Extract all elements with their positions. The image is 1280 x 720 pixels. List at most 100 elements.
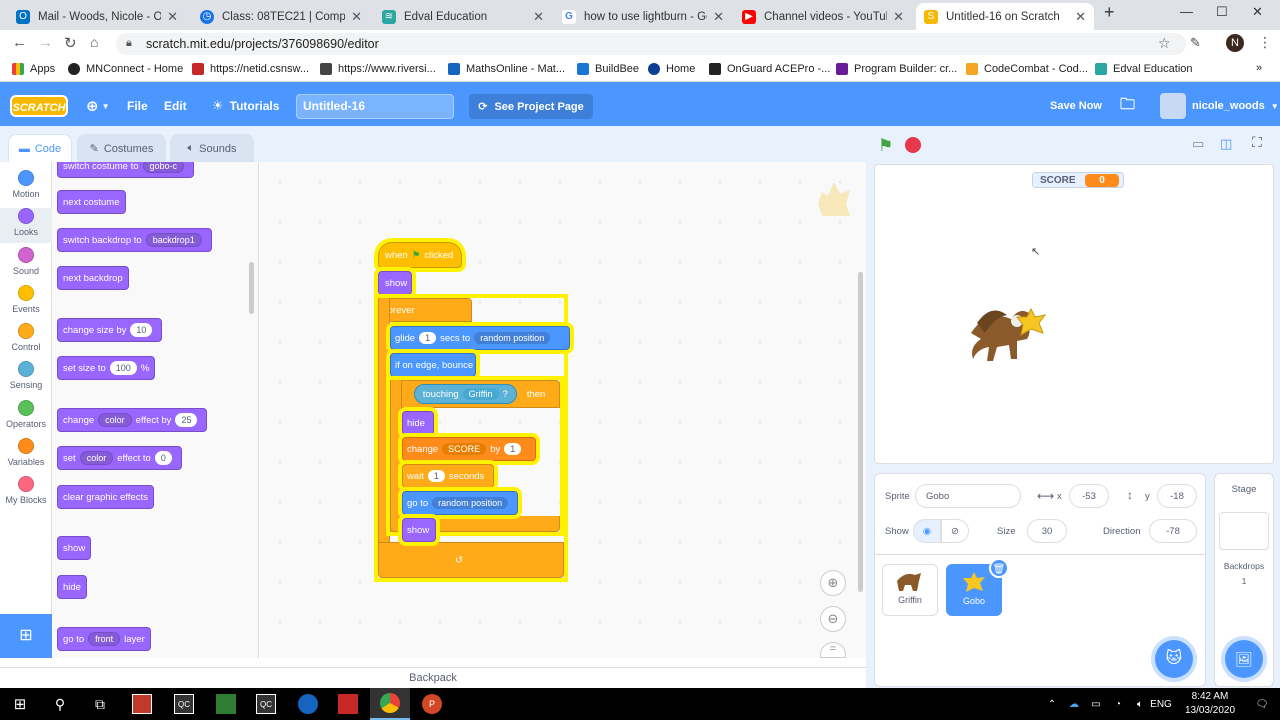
block-wait[interactable]: wait 1 seconds [402, 464, 494, 488]
chrome-icon[interactable] [370, 688, 410, 720]
block-switch-costume[interactable]: switch costume to gobo-c [57, 162, 195, 178]
search-icon[interactable]: ⚲ [40, 688, 80, 720]
browser-tab[interactable]: OMail - Woods, Nicole - Outlo✕ [8, 3, 186, 30]
save-now-button[interactable]: Save Now [1050, 86, 1102, 126]
bookmark-apps[interactable]: Apps [12, 63, 55, 75]
volume-icon[interactable]: 🔈︎ [1128, 688, 1152, 720]
delete-sprite-icon[interactable]: 🗑︎ [989, 558, 1009, 578]
size-input[interactable]: 30 [1027, 519, 1067, 543]
block-go-to-layer[interactable]: go to front layer [57, 627, 151, 651]
tab-sounds[interactable]: 🔈︎ Sounds [170, 134, 254, 162]
close-icon[interactable]: ✕ [893, 9, 904, 25]
block-show[interactable]: show [378, 271, 412, 295]
bookmark-mathsonline[interactable]: MathsOnline - Mat... [448, 63, 565, 75]
battery-icon[interactable]: ▭ [1084, 688, 1108, 720]
category-variables[interactable]: Variables [0, 438, 52, 467]
task-view-icon[interactable]: ⧉ [80, 688, 120, 720]
zoom-out-icon[interactable]: ⊖ [820, 606, 846, 632]
reload-icon[interactable]: ↻ [64, 34, 77, 52]
block-touching[interactable]: touching Griffin? [413, 384, 517, 404]
app-icon[interactable]: QC [246, 688, 286, 720]
block-forever[interactable]: forever [378, 298, 472, 322]
add-extension-button[interactable]: ⊞ [0, 614, 52, 658]
block-bounce[interactable]: if on edge, bounce [390, 353, 476, 377]
app-icon[interactable] [288, 688, 328, 720]
windows-start-icon[interactable]: ⊞ [0, 688, 40, 720]
zoom-in-icon[interactable]: ⊕ [820, 570, 846, 596]
close-icon[interactable]: ✕ [1075, 9, 1086, 25]
app-icon[interactable] [328, 688, 368, 720]
block-show[interactable]: show [57, 536, 92, 560]
extension-icon[interactable]: ✎ [1190, 35, 1201, 51]
onedrive-icon[interactable]: ☁ [1062, 688, 1086, 720]
backpack[interactable]: Backpack [0, 667, 866, 687]
language-globe-icon[interactable]: ⊕ ▼ [86, 86, 110, 126]
fullscreen-icon[interactable]: ⛶ [1252, 134, 1262, 151]
close-icon[interactable]: ✕ [351, 9, 362, 25]
zoom-reset-icon[interactable]: = [820, 642, 846, 658]
edit-menu[interactable]: Edit [164, 86, 187, 126]
block-go-to[interactable]: go to random position [402, 491, 518, 515]
y-input[interactable]: -18 [1157, 484, 1197, 508]
more-bookmarks-icon[interactable]: » [1256, 62, 1262, 74]
category-looks[interactable]: Looks [0, 208, 52, 243]
url-input[interactable]: 🔒︎ scratch.mit.edu/projects/376098690/edi… [116, 33, 1186, 55]
x-input[interactable]: -53 [1069, 484, 1109, 508]
sprite-name-input[interactable]: Gobo [915, 484, 1021, 508]
browser-tab[interactable]: Ghow to use lightburn - Goog✕ [554, 3, 732, 30]
stage-selector[interactable]: Stage Backdrops 1 🖼︎ [1214, 473, 1274, 687]
bookmark-edval[interactable]: Edval Education [1095, 63, 1193, 75]
bookmark-star-icon[interactable]: ☆ [1158, 35, 1171, 52]
minimize-icon[interactable]: — [1180, 4, 1193, 19]
palette-scrollbar[interactable] [249, 262, 254, 314]
block-when-flag-clicked[interactable]: when ⚑ clicked [378, 242, 462, 268]
tray-chevron-icon[interactable]: ⌃ [1040, 688, 1064, 720]
block-hide[interactable]: hide [402, 411, 434, 435]
block-next-costume[interactable]: next costume [57, 190, 126, 214]
category-sound[interactable]: Sound [0, 247, 52, 276]
tab-code[interactable]: ▬ Code [8, 134, 72, 162]
category-operators[interactable]: Operators [0, 400, 52, 429]
maximize-icon[interactable]: ☐ [1216, 4, 1228, 20]
bookmark-mnconnect[interactable]: MNConnect - Home [68, 63, 183, 75]
block-change-score[interactable]: change SCORE by 1 [402, 437, 536, 461]
tab-costumes[interactable]: ✎ Costumes [77, 134, 166, 162]
green-flag-button[interactable]: ⚑ [878, 136, 893, 156]
small-stage-icon[interactable]: ▭ [1192, 136, 1204, 152]
direction-input[interactable]: -78 [1149, 519, 1197, 543]
bookmark-riversi[interactable]: https://www.riversi... [320, 63, 436, 75]
block-next-backdrop[interactable]: next backdrop [57, 266, 129, 290]
block-set-effect[interactable]: set color effect to 0 [57, 446, 182, 470]
browser-tab[interactable]: ≋ Edval Education ✕ [374, 3, 552, 30]
profile-avatar[interactable]: N [1226, 34, 1244, 52]
show-visible-icon[interactable]: ◉ [913, 519, 941, 543]
browser-tab[interactable]: ▶Channel videos - YouTube St✕ [734, 3, 912, 30]
category-events[interactable]: Events [0, 285, 52, 314]
block-clear-effects[interactable]: clear graphic effects [57, 485, 154, 509]
category-motion[interactable]: Motion [0, 170, 52, 199]
clock[interactable]: 8:42 AM 13/03/2020 [1180, 690, 1240, 718]
browser-tab-active[interactable]: S Untitled-16 on Scratch ✕ [916, 3, 1094, 30]
back-icon[interactable]: ← [12, 34, 27, 51]
block-change-effect[interactable]: change color effect by 25 [57, 408, 208, 432]
tutorials-button[interactable]: ☀ Tutorials [212, 86, 279, 126]
block-hide[interactable]: hide [57, 575, 87, 599]
notifications-icon[interactable]: 🗨︎ [1250, 688, 1274, 720]
block-change-size[interactable]: change size by 10 [57, 318, 163, 342]
close-icon[interactable]: ✕ [533, 9, 544, 25]
see-project-page-button[interactable]: ⟳ See Project Page [469, 94, 593, 119]
workspace-scrollbar[interactable] [858, 272, 863, 592]
block-set-size[interactable]: set size to 100% [57, 356, 156, 380]
account-menu[interactable]: nicole_woods ▼ [1160, 86, 1279, 126]
file-menu[interactable]: File [127, 86, 148, 126]
block-switch-backdrop[interactable]: switch backdrop to backdrop1 [57, 228, 212, 252]
wifi-icon[interactable]: ◔ [1106, 688, 1130, 720]
bookmark-netid[interactable]: https://netid.csnsw... [192, 63, 309, 75]
browser-tab[interactable]: ◷Class: 08TEC21 | Compass✕ [192, 3, 370, 30]
script-workspace[interactable]: when ⚑ clicked show forever ↺ glide 1 secs t… [260, 162, 866, 658]
hide-hidden-icon[interactable]: ⊘ [941, 519, 969, 543]
category-sensing[interactable]: Sensing [0, 361, 52, 390]
stop-button[interactable] [905, 137, 921, 153]
category-control[interactable]: Control [0, 323, 52, 352]
block-show-2[interactable]: show [402, 518, 436, 542]
